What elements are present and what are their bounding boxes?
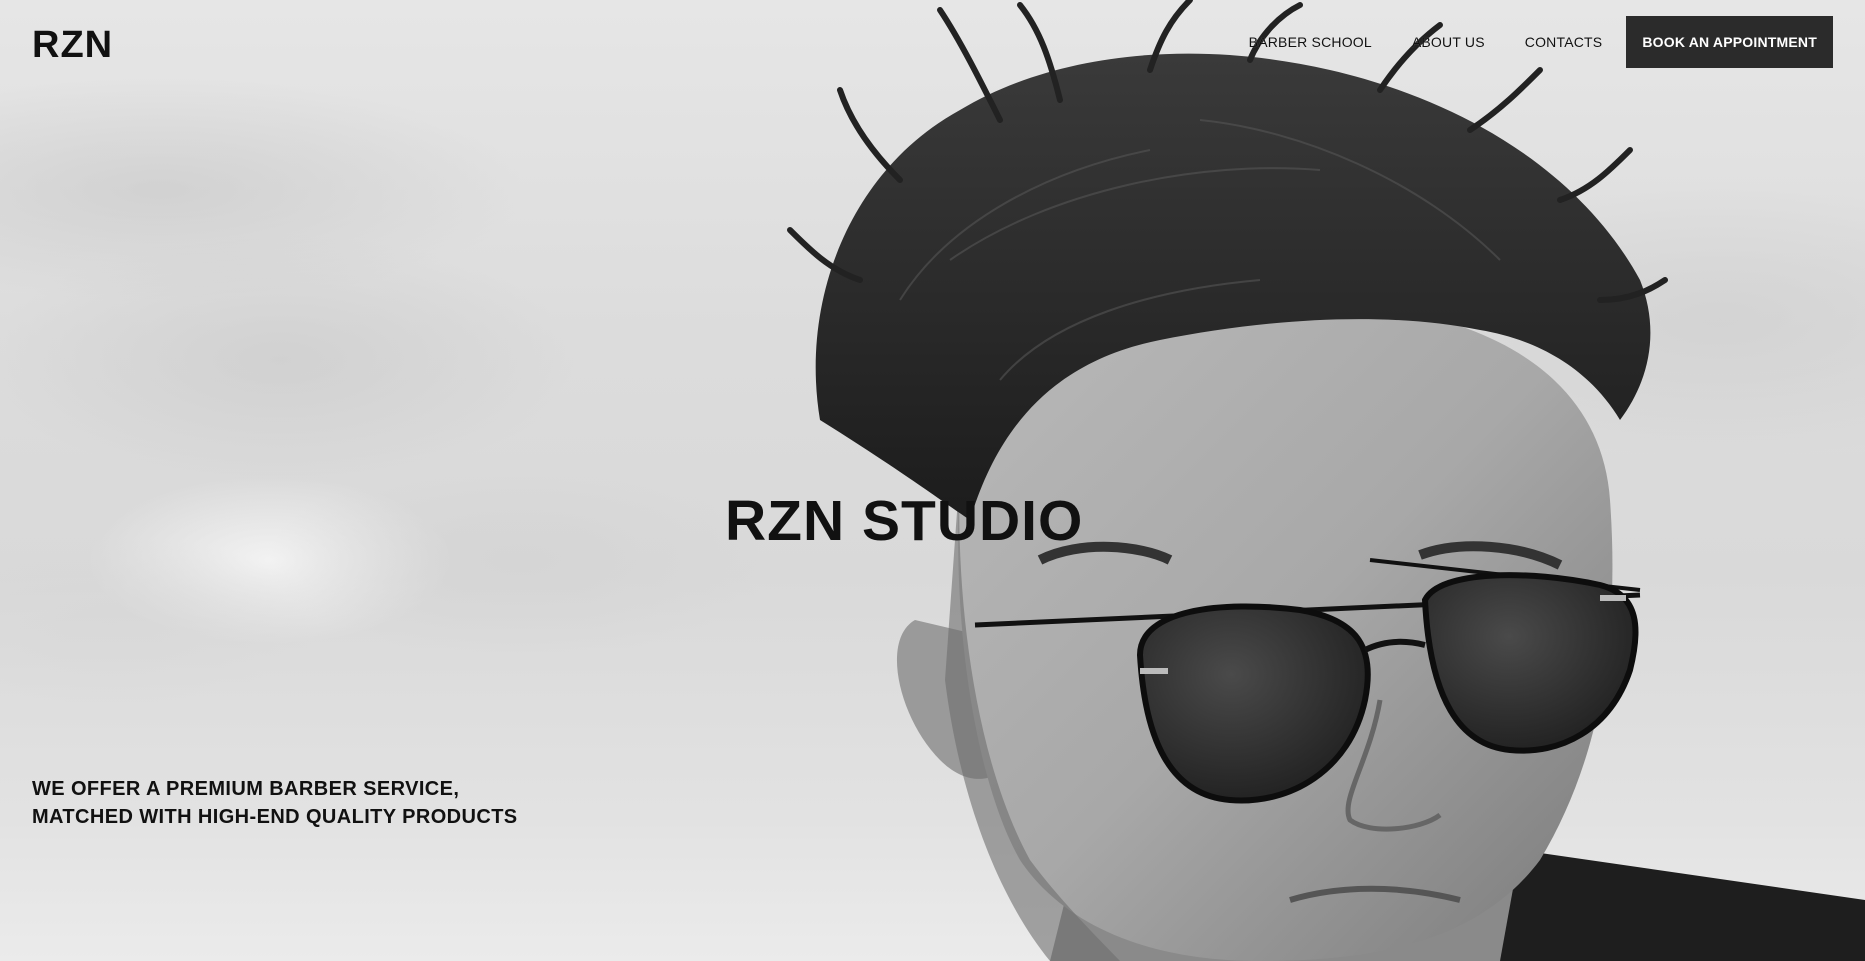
nav-link-contacts[interactable]: CONTACTS bbox=[1525, 34, 1603, 50]
hero-tagline: WE OFFER A PREMIUM BARBER SERVICE, MATCH… bbox=[32, 775, 518, 831]
book-appointment-button[interactable]: BOOK AN APPOINTMENT bbox=[1626, 16, 1833, 68]
landing-page: RZN BARBER SCHOOL ABOUT US CONTACTS BOOK… bbox=[0, 0, 1865, 961]
tagline-line-2: MATCHED WITH HIGH-END QUALITY PRODUCTS bbox=[32, 806, 518, 828]
site-logo[interactable]: RZN bbox=[32, 24, 113, 67]
nav-link-barber-school[interactable]: BARBER SCHOOL bbox=[1249, 34, 1372, 50]
nav-link-about-us[interactable]: ABOUT US bbox=[1412, 34, 1485, 50]
main-nav: BARBER SCHOOL ABOUT US CONTACTS BOOK AN … bbox=[1249, 16, 1833, 68]
tagline-line-1: WE OFFER A PREMIUM BARBER SERVICE, bbox=[32, 778, 460, 800]
hero-title: RZN STUDIO bbox=[725, 489, 1084, 553]
